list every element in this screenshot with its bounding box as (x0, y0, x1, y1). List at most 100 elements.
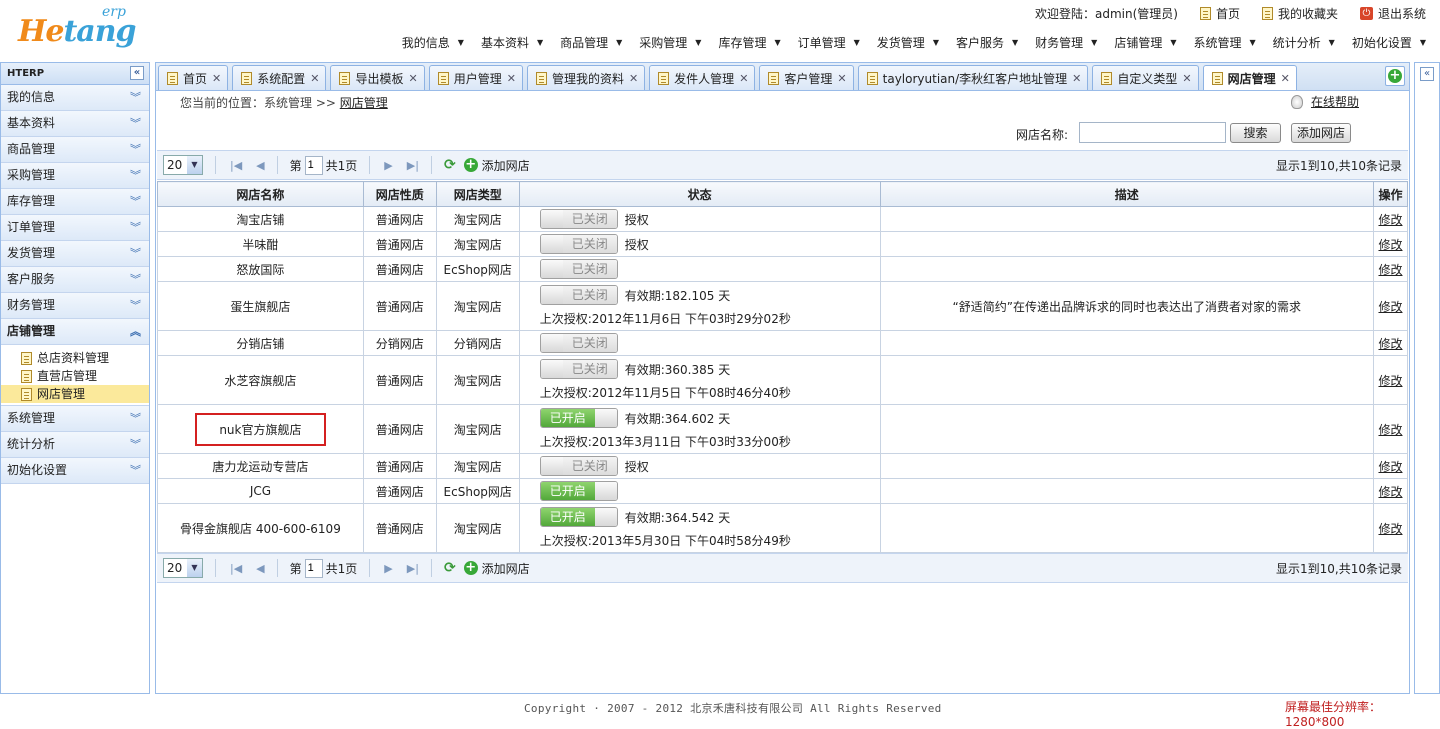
topnav-item[interactable]: 客户服务 ▼ (956, 34, 1018, 51)
edit-link[interactable]: 修改 (1378, 263, 1402, 277)
topnav-item[interactable]: 统计分析 ▼ (1273, 34, 1335, 51)
status-toggle[interactable]: 已开启 (539, 481, 618, 501)
authorize-link[interactable]: 授权 (625, 236, 649, 253)
close-icon[interactable]: ✕ (507, 72, 516, 85)
topnav-item[interactable]: 采购管理 ▼ (639, 34, 701, 51)
table-row[interactable]: 水芝容旗舰店 普通网店 淘宝网店 已关闭 有效期:360.385 天上次授权:2012年… (157, 355, 1409, 405)
edit-link[interactable]: 修改 (1378, 522, 1402, 536)
first-page-icon[interactable]: |◀ (230, 159, 242, 172)
next-page-icon[interactable]: ▶ (384, 159, 392, 172)
authorize-link[interactable]: 授权 (625, 458, 649, 475)
tab[interactable]: 首页 ✕ (158, 65, 229, 90)
topnav-item[interactable]: 系统管理 ▼ (1193, 34, 1255, 51)
column-header[interactable]: 网店名称 (157, 181, 364, 207)
pager-add-shop-button[interactable]: + 添加网店 (463, 560, 530, 577)
close-icon[interactable]: ✕ (1182, 72, 1191, 85)
next-page-icon[interactable]: ▶ (384, 562, 392, 575)
edit-link[interactable]: 修改 (1378, 238, 1402, 252)
topnav-item[interactable]: 财务管理 ▼ (1035, 34, 1097, 51)
close-icon[interactable]: ✕ (837, 72, 846, 85)
sidebar-section[interactable]: 店铺管理 ︽ (1, 319, 149, 345)
authorize-link[interactable]: 授权 (625, 211, 649, 228)
topnav-item[interactable]: 库存管理 ▼ (718, 34, 780, 51)
status-toggle[interactable]: 已关闭 (539, 285, 618, 305)
last-page-icon[interactable]: ▶| (407, 562, 419, 575)
sidebar-section[interactable]: 基本资料 ︾ (1, 111, 149, 137)
page-size-select[interactable]: 20 ▼ (163, 558, 203, 578)
table-row[interactable]: JCG 普通网店 EcShop网店 已开启 修改 (157, 478, 1409, 504)
tab[interactable]: tayloryutian/李秋红客户地址管理 ✕ (857, 65, 1089, 90)
close-icon[interactable]: ✕ (629, 72, 638, 85)
tab[interactable]: 用户管理 ✕ (428, 65, 523, 90)
sidebar-section[interactable]: 库存管理 ︾ (1, 189, 149, 215)
tab[interactable]: 管理我的资料 ✕ (526, 65, 646, 90)
topnav-item[interactable]: 店铺管理 ▼ (1114, 34, 1176, 51)
close-icon[interactable]: ✕ (310, 72, 319, 85)
favorites-link[interactable]: 我的收藏夹 (1261, 5, 1338, 22)
table-row[interactable]: 唐力龙运动专营店 普通网店 淘宝网店 已关闭 授权 修改 (157, 453, 1409, 479)
add-shop-button[interactable]: 添加网店 (1291, 123, 1351, 143)
add-tab-button[interactable]: + (1385, 66, 1405, 86)
tab[interactable]: 网店管理 ✕ (1202, 65, 1297, 91)
sidebar-section[interactable]: 商品管理 ︾ (1, 137, 149, 163)
topnav-item[interactable]: 基本资料 ▼ (481, 34, 543, 51)
help-link[interactable]: 在线帮助 (1290, 93, 1359, 110)
tab[interactable]: 自定义类型 ✕ (1092, 65, 1199, 90)
home-link[interactable]: 首页 (1199, 5, 1240, 22)
sidebar-section[interactable]: 初始化设置 ︾ (1, 458, 149, 484)
status-toggle[interactable]: 已开启 (539, 507, 618, 527)
status-toggle[interactable]: 已关闭 (539, 359, 618, 379)
tab[interactable]: 发件人管理 ✕ (649, 65, 756, 90)
table-row[interactable]: 骨得金旗舰店 400-600-6109 普通网店 淘宝网店 已开启 有效期:364.54… (157, 503, 1409, 553)
status-toggle[interactable]: 已关闭 (539, 456, 618, 476)
column-header[interactable]: 描述 (879, 181, 1374, 207)
collapse-right-icon[interactable]: « (1420, 67, 1434, 81)
close-icon[interactable]: ✕ (212, 72, 221, 85)
page-size-select[interactable]: 20 ▼ (163, 155, 203, 175)
logo[interactable]: Hetang erp (14, 4, 137, 52)
column-header[interactable]: 操作 (1372, 181, 1409, 207)
edit-link[interactable]: 修改 (1378, 460, 1402, 474)
breadcrumb-current[interactable]: 网店管理 (340, 96, 388, 110)
table-row[interactable]: 蛋生旗舰店 普通网店 淘宝网店 已关闭 有效期:182.105 天上次授权:2012年1… (157, 281, 1409, 331)
close-icon[interactable]: ✕ (1072, 72, 1081, 85)
status-toggle[interactable]: 已关闭 (539, 209, 618, 229)
tab[interactable]: 客户管理 ✕ (759, 65, 854, 90)
sidebar-section[interactable]: 发货管理 ︾ (1, 241, 149, 267)
sidebar-section[interactable]: 统计分析 ︾ (1, 432, 149, 458)
topnav-item[interactable]: 订单管理 ▼ (798, 34, 860, 51)
sidebar-section[interactable]: 采购管理 ︾ (1, 163, 149, 189)
prev-page-icon[interactable]: ◀ (256, 159, 264, 172)
last-page-icon[interactable]: ▶| (407, 159, 419, 172)
topnav-item[interactable]: 初始化设置 ▼ (1352, 34, 1426, 51)
refresh-icon[interactable]: ⟳ (444, 560, 456, 576)
status-toggle[interactable]: 已开启 (539, 408, 618, 428)
edit-link[interactable]: 修改 (1378, 213, 1402, 227)
table-row[interactable]: 半味酣 普通网店 淘宝网店 已关闭 授权 修改 (157, 231, 1409, 257)
column-header[interactable]: 网店性质 (362, 181, 437, 207)
collapse-left-icon[interactable]: « (130, 66, 144, 80)
table-row[interactable]: 淘宝店铺 普通网店 淘宝网店 已关闭 授权 修改 (157, 206, 1409, 232)
edit-link[interactable]: 修改 (1378, 337, 1402, 351)
topnav-item[interactable]: 商品管理 ▼ (560, 34, 622, 51)
column-header[interactable]: 网店类型 (435, 181, 520, 207)
table-row[interactable]: nuk官方旗舰店 普通网店 淘宝网店 已开启 有效期:364.602 天上次授权:201… (157, 404, 1409, 454)
prev-page-icon[interactable]: ◀ (256, 562, 264, 575)
search-button[interactable]: 搜索 (1230, 123, 1281, 143)
page-number-input[interactable] (304, 155, 323, 175)
sidebar-sub-item[interactable]: 总店资料管理 (1, 349, 149, 367)
topnav-item[interactable]: 我的信息 ▼ (402, 34, 464, 51)
column-header[interactable]: 状态 (518, 181, 881, 207)
sidebar-section[interactable]: 客户服务 ︾ (1, 267, 149, 293)
sidebar-sub-item[interactable]: 网店管理 (1, 385, 149, 403)
edit-link[interactable]: 修改 (1378, 300, 1402, 314)
shop-name-input[interactable] (1079, 122, 1226, 143)
close-icon[interactable]: ✕ (739, 72, 748, 85)
status-toggle[interactable]: 已关闭 (539, 333, 618, 353)
table-row[interactable]: 怒放国际 普通网店 EcShop网店 已关闭 修改 (157, 256, 1409, 282)
pager-add-shop-button[interactable]: + 添加网店 (463, 157, 530, 174)
first-page-icon[interactable]: |◀ (230, 562, 242, 575)
status-toggle[interactable]: 已关闭 (539, 259, 618, 279)
edit-link[interactable]: 修改 (1378, 423, 1402, 437)
topnav-item[interactable]: 发货管理 ▼ (877, 34, 939, 51)
